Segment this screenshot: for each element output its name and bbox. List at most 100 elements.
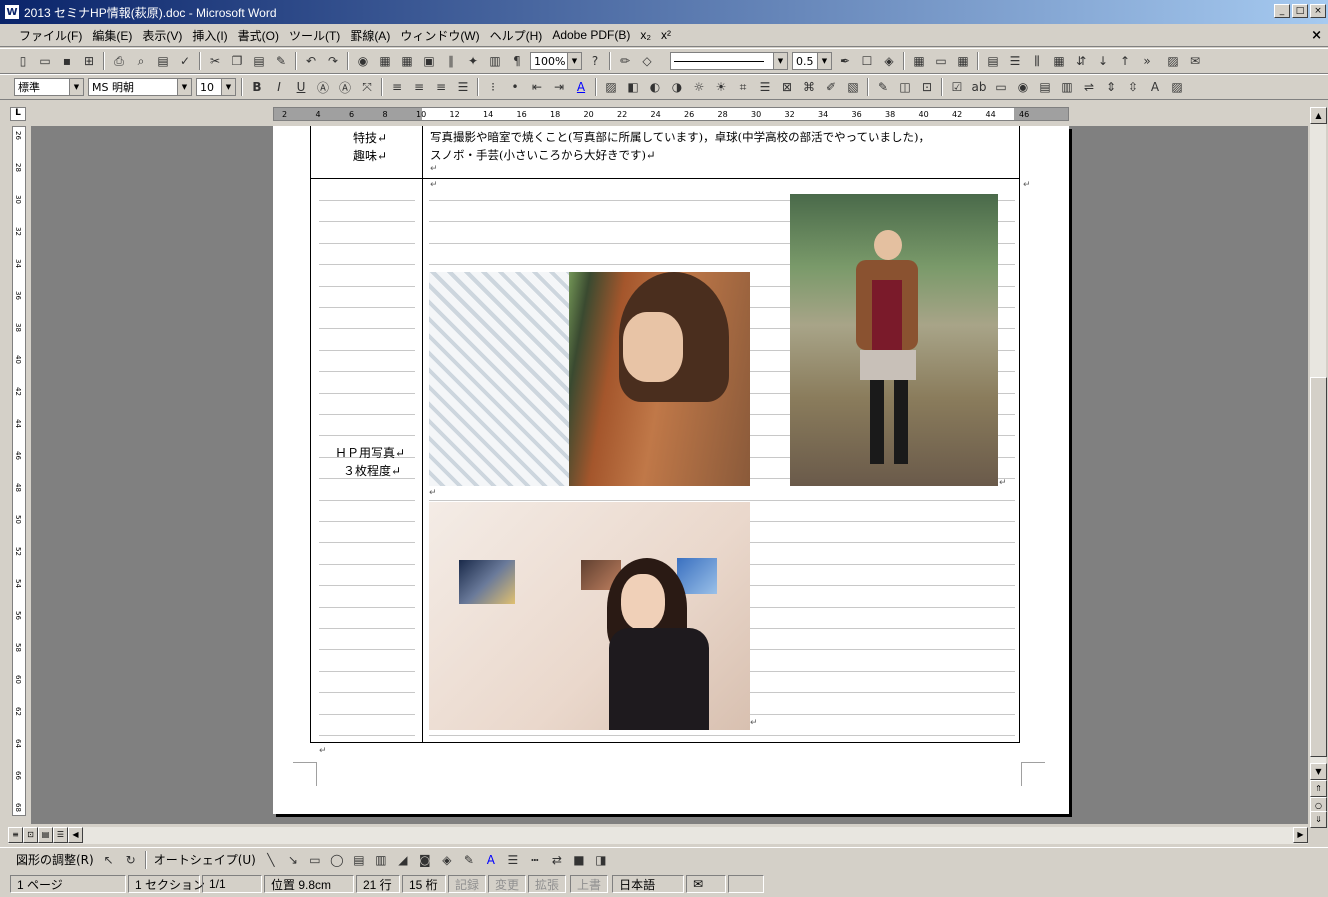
tables-borders-icon[interactable]: ▦: [374, 50, 396, 72]
design-mode-icon[interactable]: ✎: [872, 76, 894, 98]
text-wrap-icon[interactable]: ⌘: [798, 76, 820, 98]
show-hide-icon[interactable]: ¶: [506, 50, 528, 72]
superscript-button[interactable]: x²: [656, 28, 676, 42]
insert-table-icon[interactable]: ▦: [396, 50, 418, 72]
photo-shrine-fortunes[interactable]: [429, 272, 750, 486]
toggle-icon[interactable]: ⇌: [1078, 76, 1100, 98]
menu-format[interactable]: 書式(O): [233, 27, 284, 44]
new-icon[interactable]: ▯: [12, 50, 34, 72]
autoshapes-button[interactable]: オートシェイプ(U): [150, 851, 260, 868]
open-icon[interactable]: ▭: [34, 50, 56, 72]
spelling-status-icon[interactable]: ✉: [686, 875, 727, 893]
dash-style-icon[interactable]: ┅: [524, 849, 546, 871]
style-select[interactable]: 標準 ▼: [14, 78, 84, 96]
line-color-icon[interactable]: ✎: [458, 849, 480, 871]
vertical-textbox-icon[interactable]: ▥: [370, 849, 392, 871]
fill-color-icon[interactable]: ◈: [436, 849, 458, 871]
web-layout-button[interactable]: ⊡: [23, 827, 38, 843]
align-center-icon[interactable]: ≡: [408, 76, 430, 98]
align-right-icon[interactable]: ≡: [430, 76, 452, 98]
insert-picture-icon[interactable]: ▨: [600, 76, 622, 98]
autoformat-icon[interactable]: ▦: [1048, 50, 1070, 72]
option-button-icon[interactable]: ◉: [1012, 76, 1034, 98]
char-scale-icon[interactable]: ⤧: [356, 76, 378, 98]
paste-icon[interactable]: ▤: [152, 50, 174, 72]
hyperlink-icon[interactable]: ◉: [352, 50, 374, 72]
format-painter-icon[interactable]: ✎: [270, 50, 292, 72]
line-style-draw-icon[interactable]: ☰: [502, 849, 524, 871]
menu-window[interactable]: ウィンドウ(W): [395, 27, 484, 44]
spellcheck-icon[interactable]: ✓: [174, 50, 196, 72]
bullets-icon[interactable]: •: [504, 76, 526, 98]
wordart-icon[interactable]: ◢: [392, 849, 414, 871]
merge-cells-icon[interactable]: ▭: [930, 50, 952, 72]
menu-insert[interactable]: 挿入(I): [187, 27, 232, 44]
sort-asc-icon[interactable]: ↓: [1092, 50, 1114, 72]
menu-edit[interactable]: 編集(E): [87, 27, 137, 44]
horizontal-ruler[interactable]: 2 4 6 8 10 12 14 16 18 20 22 24 26 28 30 32 34 36 38 40 42 44…: [273, 107, 1069, 121]
borders-icon[interactable]: ☐: [856, 50, 878, 72]
scroll-left-button[interactable]: ◀: [68, 827, 83, 843]
font-select[interactable]: MS 明朝 ▼: [88, 78, 192, 96]
vertical-scrollbar[interactable]: ▲ ▼ ⇑ ○ ⇓: [1309, 107, 1327, 828]
shading-icon[interactable]: ◈: [878, 50, 900, 72]
contrast-icon[interactable]: ◐: [644, 76, 666, 98]
menu-adobe-pdf[interactable]: Adobe PDF(B): [547, 28, 635, 42]
document-area[interactable]: 特技↵ 趣味↵ 写真撮影や暗室で焼くこと(写真部に所属しています)，卓球(中学高…: [31, 126, 1308, 824]
word-app-icon[interactable]: W: [4, 4, 20, 20]
status-ovr[interactable]: 上書: [570, 875, 609, 893]
3d-icon[interactable]: ◨: [590, 849, 612, 871]
font-size-select[interactable]: 10 ▼: [196, 78, 236, 96]
compress-icon[interactable]: ⊠: [776, 76, 798, 98]
photo-exhibition[interactable]: [429, 502, 750, 730]
pdf-icon[interactable]: ▨: [1162, 50, 1184, 72]
split-cells-icon[interactable]: ▦: [952, 50, 974, 72]
brightness-icon[interactable]: ☼: [688, 76, 710, 98]
spin-icon[interactable]: ⇕: [1100, 76, 1122, 98]
numbering-icon[interactable]: ⁝: [482, 76, 504, 98]
print-icon[interactable]: ⎙: [108, 50, 130, 72]
redo-icon[interactable]: ↷: [322, 50, 344, 72]
menu-table[interactable]: 罫線(A): [345, 27, 395, 44]
brightness2-icon[interactable]: ☀: [710, 76, 732, 98]
line-style-select[interactable]: ▼: [670, 52, 788, 70]
line-weight-select[interactable]: 0.5 ▼: [792, 52, 832, 70]
photo-peace-sign[interactable]: [790, 194, 998, 486]
scroll-up-button[interactable]: ▲: [1310, 107, 1327, 124]
next-page-button[interactable]: ⇓: [1310, 811, 1327, 828]
italic-button[interactable]: I: [268, 76, 290, 98]
status-rec[interactable]: 記録: [448, 875, 487, 893]
subscript-button[interactable]: x₂: [635, 28, 656, 42]
distribute-rows-icon[interactable]: ☰: [1004, 50, 1026, 72]
sort-desc-icon[interactable]: ↑: [1114, 50, 1136, 72]
menu-view[interactable]: 表示(V): [137, 27, 187, 44]
copy-icon[interactable]: ❐: [226, 50, 248, 72]
cut-icon[interactable]: ✂: [204, 50, 226, 72]
combobox-icon[interactable]: ▥: [1056, 76, 1078, 98]
listbox-icon[interactable]: ▤: [1034, 76, 1056, 98]
table-insert-icon[interactable]: ▦: [908, 50, 930, 72]
arrow-style-icon[interactable]: ⇄: [546, 849, 568, 871]
justify-icon[interactable]: ☰: [452, 76, 474, 98]
text-direction-icon[interactable]: ⇵: [1070, 50, 1092, 72]
checkbox-icon[interactable]: ☑: [946, 76, 968, 98]
border-color-icon[interactable]: ✒: [834, 50, 856, 72]
align-left-icon[interactable]: ≡: [386, 76, 408, 98]
line-style-icon[interactable]: ☰: [754, 76, 776, 98]
select-objects-icon[interactable]: ↖: [98, 849, 120, 871]
insert-excel-icon[interactable]: ▣: [418, 50, 440, 72]
textbox-icon[interactable]: ab: [968, 76, 990, 98]
decrease-indent-icon[interactable]: ⇤: [526, 76, 548, 98]
hobby-text[interactable]: スノボ・手芸(小さいころから大好きです)↵: [430, 147, 656, 163]
document-page[interactable]: 特技↵ 趣味↵ 写真撮影や暗室で焼くこと(写真部に所属しています)，卓球(中学高…: [273, 126, 1069, 814]
document-close-button[interactable]: ×: [1311, 28, 1322, 43]
zoom-select[interactable]: 100% ▼: [530, 52, 582, 70]
scroll-thumb[interactable]: [1310, 377, 1327, 757]
permission-icon[interactable]: ⊞: [78, 50, 100, 72]
image-control-icon[interactable]: ▨: [1166, 76, 1188, 98]
picture-color-icon[interactable]: ◧: [622, 76, 644, 98]
print-preview-icon[interactable]: ⌕: [130, 50, 152, 72]
view-code-icon[interactable]: ⊡: [916, 76, 938, 98]
transparent-color-icon[interactable]: ▧: [842, 76, 864, 98]
vertical-ruler[interactable]: 26 28 30 32 34 36 38 40 42 44 46 48 50 52 54 56 58 60 62 64…: [12, 126, 26, 816]
